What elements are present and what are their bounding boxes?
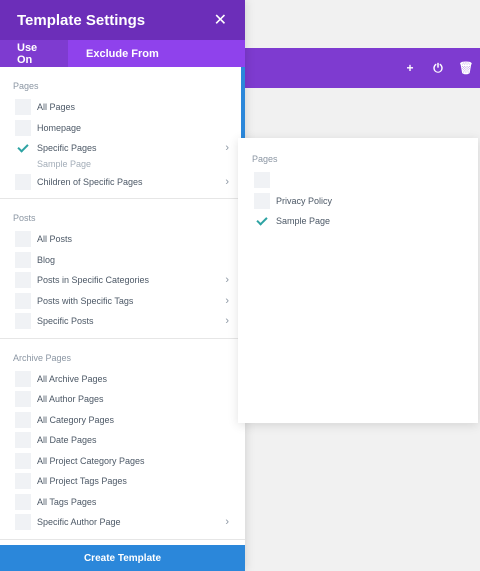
checkbox[interactable] <box>15 231 31 248</box>
item-label: All Project Tags Pages <box>37 476 127 487</box>
item-label: All Project Category Pages <box>37 455 145 466</box>
list-item[interactable]: All Author Pages <box>0 389 245 410</box>
modal-header: Template Settings ✕ <box>0 0 245 40</box>
power-icon[interactable]: ⏻ <box>424 61 452 76</box>
chevron-right-icon[interactable]: › <box>225 274 229 286</box>
checkbox[interactable] <box>15 272 31 289</box>
checkbox[interactable] <box>15 514 31 531</box>
checkbox[interactable] <box>15 411 31 428</box>
list-item[interactable]: Specific Author Page › <box>0 512 245 533</box>
tab-exclude-from[interactable]: Exclude From <box>68 40 159 67</box>
checkbox[interactable] <box>15 493 31 510</box>
item-label: Specific Pages <box>37 143 97 154</box>
section-title: Pages <box>13 81 39 91</box>
chevron-right-icon[interactable]: › <box>225 295 229 307</box>
list-item[interactable]: Posts with Specific Tags › <box>0 291 245 312</box>
checked-checkbox[interactable] <box>15 140 31 156</box>
tab-use-on[interactable]: Use On <box>0 40 68 67</box>
item-label: Blog <box>37 254 56 265</box>
list-item[interactable]: Posts in Specific Categories › <box>0 270 245 291</box>
section-posts: Posts All Posts Blog Posts in Specific Cate… <box>0 199 245 339</box>
section-pages: Pages All Pages Homepage Specific Pages › Sam… <box>0 67 245 199</box>
checkbox[interactable] <box>15 119 31 136</box>
template-settings-modal: Template Settings ✕ Use On Exclude From … <box>0 0 245 571</box>
list-item[interactable]: All Project Category Pages <box>0 451 245 472</box>
item-label: All Category Pages <box>37 414 115 425</box>
create-template-button[interactable]: Create Template <box>0 545 245 571</box>
list-item[interactable]: All Date Pages <box>0 430 245 451</box>
item-label: Specific Posts <box>37 316 94 327</box>
list-item[interactable]: Blog <box>0 250 245 271</box>
checkbox[interactable] <box>15 251 31 268</box>
list-item[interactable]: Specific Posts › <box>0 311 245 332</box>
item-label: All Pages <box>37 102 76 113</box>
chevron-right-icon[interactable]: › <box>225 142 229 154</box>
checked-checkbox[interactable] <box>254 213 270 229</box>
item-label: Posts in Specific Categories <box>37 275 150 286</box>
settings-list: Pages All Pages Homepage Specific Pages › Sam… <box>0 67 245 545</box>
checkbox[interactable] <box>15 313 31 330</box>
checkbox[interactable] <box>15 292 31 309</box>
item-label: Children of Specific Pages <box>37 176 143 187</box>
item-label: All Archive Pages <box>37 373 108 384</box>
list-item[interactable]: All Posts <box>0 229 245 250</box>
checkbox[interactable] <box>15 432 31 449</box>
section-title: Posts <box>13 213 36 223</box>
item-label: Sample Page <box>276 216 331 227</box>
checkbox[interactable] <box>254 172 270 189</box>
checkbox[interactable] <box>15 173 31 190</box>
selected-sub-item: Sample Page <box>37 158 92 169</box>
list-item[interactable]: All Project Tags Pages <box>0 471 245 492</box>
checkbox[interactable] <box>15 370 31 387</box>
chevron-right-icon[interactable]: › <box>225 516 229 528</box>
item-label: Privacy Policy <box>276 195 333 206</box>
modal-title: Template Settings <box>17 11 146 29</box>
specific-pages-flyout: Pages Privacy Policy Sample Page <box>238 138 478 423</box>
item-label: Specific Author Page <box>37 517 121 528</box>
flyout-item[interactable]: Sample Page <box>238 211 478 232</box>
chevron-right-icon[interactable]: › <box>225 176 229 188</box>
list-item[interactable]: Children of Specific Pages › <box>0 172 245 193</box>
checkbox[interactable] <box>15 391 31 408</box>
item-label: All Posts <box>37 234 73 245</box>
chevron-right-icon[interactable]: › <box>225 315 229 327</box>
list-item[interactable]: All Pages <box>0 97 245 118</box>
checkbox[interactable] <box>15 99 31 116</box>
close-icon[interactable]: ✕ <box>214 10 227 30</box>
item-label: Homepage <box>37 122 82 133</box>
modal-tabs: Use On Exclude From <box>0 40 245 67</box>
section-title: Archive Pages <box>13 352 72 363</box>
checkbox[interactable] <box>15 452 31 469</box>
trash-icon[interactable]: 🗑 <box>452 61 480 75</box>
flyout-item[interactable] <box>238 170 478 191</box>
list-item[interactable]: Homepage <box>0 118 245 139</box>
list-item[interactable]: All Category Pages <box>0 410 245 431</box>
builder-toolbar-icons: + ⏻ 🗑 <box>396 48 480 88</box>
checkbox[interactable] <box>254 192 270 209</box>
checkbox[interactable] <box>15 473 31 490</box>
add-icon[interactable]: + <box>396 61 424 75</box>
item-label: All Date Pages <box>37 435 97 446</box>
list-item[interactable]: All Tags Pages <box>0 492 245 513</box>
flyout-item[interactable]: Privacy Policy <box>238 191 478 212</box>
section-archive-pages: Archive Pages All Archive Pages All Author… <box>0 339 245 540</box>
item-label: All Author Pages <box>37 394 104 405</box>
flyout-title: Pages <box>252 154 278 164</box>
list-item[interactable]: All Archive Pages <box>0 369 245 390</box>
item-label: All Tags Pages <box>37 496 97 507</box>
item-label: Posts with Specific Tags <box>37 295 134 306</box>
